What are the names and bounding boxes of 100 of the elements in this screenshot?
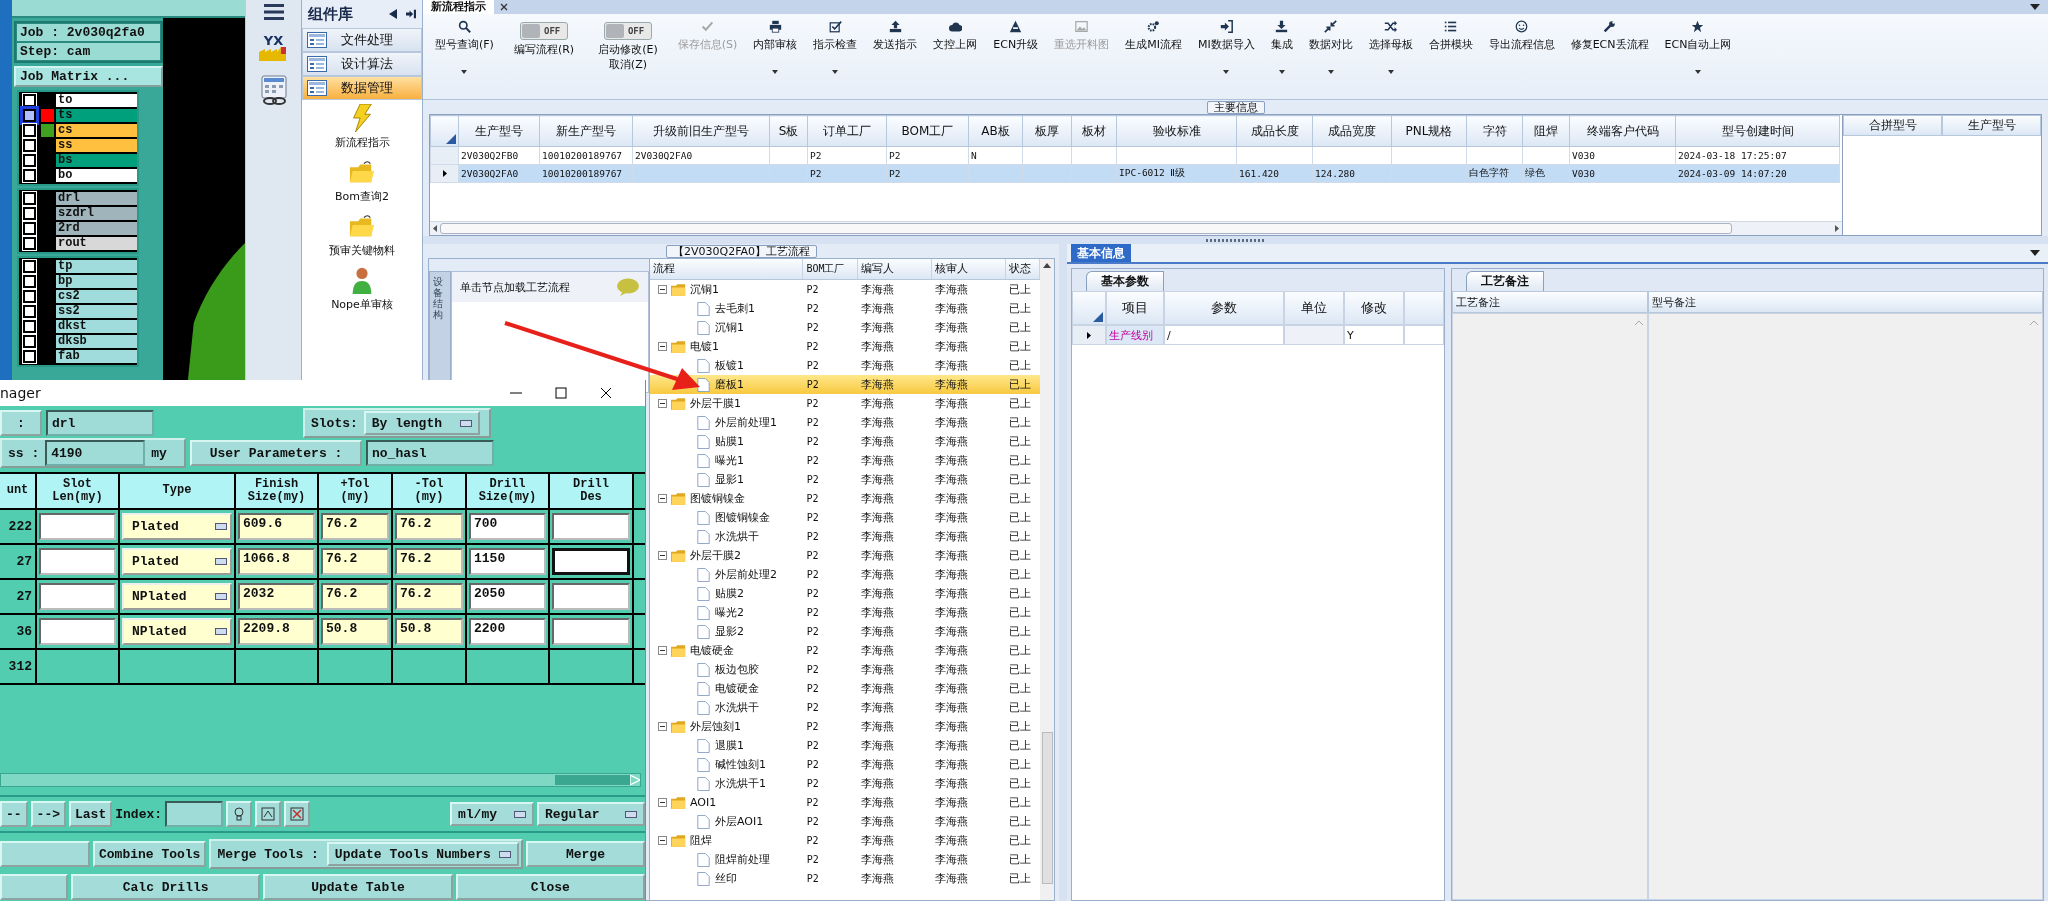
tree-row[interactable]: AOI1 P2 李海燕 李海燕 已上 [650,793,1040,812]
tree-row[interactable]: 图镀铜镍金 P2 李海燕 李海燕 已上 [650,508,1040,527]
column-header[interactable]: 生产型号 [1942,115,2041,136]
drill-size-field[interactable]: 1150 [469,548,546,575]
column-header[interactable]: 板厚 [1022,115,1072,147]
column-header[interactable]: S板 [769,115,808,147]
tree-row[interactable]: 曝光2 P2 李海燕 李海燕 已上 [650,603,1040,622]
plus-tolerance-field[interactable]: 76.2 [321,513,389,540]
toolbar-button[interactable]: 内部审核 [745,20,806,74]
tree-row[interactable]: 显影1 P2 李海燕 李海燕 已上 [650,470,1040,489]
mode-dropdown[interactable]: Regular [537,802,645,826]
table-row[interactable]: 2V030Q2FB0 10010200189767 2V030Q2FA0 P2 P2 N V030 2024-03-18 17:25:07 [430,146,1840,165]
layer-name[interactable]: tp [56,260,137,273]
navigation-button[interactable]: -- [0,801,28,827]
units-dropdown[interactable]: ml/my [450,802,534,826]
finish-size-field[interactable]: 609.6 [238,513,315,540]
column-header[interactable]: 新生产型号 [539,115,633,147]
tree-row[interactable]: 碱性蚀刻1 P2 李海燕 李海燕 已上 [650,755,1040,774]
module-item[interactable]: Bom查询2 [335,158,389,204]
layer-name[interactable]: rout [56,237,137,250]
tree-row[interactable]: 贴膜1 P2 李海燕 李海燕 已上 [650,432,1040,451]
tree-row[interactable]: 丝印 P2 李海燕 李海燕 已上 [650,869,1040,888]
column-header[interactable]: BOM工厂 [803,259,858,279]
panel-tab[interactable]: 工艺备注 [1466,271,1544,291]
layer-name[interactable]: drl [56,192,137,205]
type-dropdown[interactable]: NPlated [122,618,232,645]
tree-row[interactable]: 退膜1 P2 李海燕 李海燕 已上 [650,736,1040,755]
toolbar-button[interactable]: 指示检查 [805,20,866,74]
type-dropdown[interactable]: Plated [122,548,232,575]
toolbar-button[interactable]: ECN升级 [985,20,1047,52]
category-item[interactable]: 设计算法 [302,52,422,76]
finish-size-field[interactable]: 1066.8 [238,548,315,575]
module-item[interactable]: 新流程指示 [334,104,390,150]
column-header[interactable]: 成品长度 [1236,115,1313,147]
minus-tolerance-field[interactable]: 76.2 [395,513,463,540]
navigation-button[interactable]: Last [69,801,113,827]
tree-row[interactable]: 板镀1 P2 李海燕 李海燕 已上 [650,356,1040,375]
layer-name[interactable]: dkst [56,320,137,333]
tree-row[interactable]: 去毛刺1 P2 李海燕 李海燕 已上 [650,299,1040,318]
action-button[interactable]: Calc Drills [71,874,261,900]
slots-dropdown[interactable]: By length [363,411,480,435]
tree-row[interactable]: 电镀硬金 P2 李海燕 李海燕 已上 [650,679,1040,698]
toolbar-button[interactable]: MI数据导入 [1189,20,1263,74]
category-item[interactable]: 文件处理 [302,28,422,52]
toolbar-button[interactable]: 集成 [1262,20,1301,74]
panel-tab[interactable]: 基本信息 [1071,244,1131,262]
layer-name[interactable]: fab [56,350,137,363]
column-header[interactable]: 验收标准 [1116,115,1237,147]
action-button[interactable]: Update Table [263,874,453,900]
toolbar-button[interactable]: 文控上网 [925,20,986,52]
minus-tolerance-field[interactable]: 50.8 [395,618,463,645]
column-header[interactable]: 流程 [650,259,804,279]
type-dropdown[interactable]: Plated [122,513,232,540]
tree-row[interactable]: 沉铜1 P2 李海燕 李海燕 已上 [650,318,1040,337]
column-header[interactable]: 编写人 [857,259,933,279]
toolbar-button[interactable]: 选择母板 [1360,20,1421,74]
tree-row[interactable]: 显影2 P2 李海燕 李海燕 已上 [650,622,1040,641]
thickness-field[interactable]: 4190 [45,440,146,466]
table-row[interactable]: 2V030Q2FA0 10010200189767 P2 P2 IPC-6012 Ⅱ级 161.420 124.280 白色字符 绿色 V030 2024-03-09 14:07:20 [430,164,1840,183]
column-header[interactable]: 型号创建时间 [1675,115,1840,147]
tree-row[interactable]: 阻焊 P2 李海燕 李海燕 已上 [650,831,1040,850]
type-dropdown[interactable]: NPlated [122,583,232,610]
column-header[interactable]: 工艺备注 [1452,291,1648,313]
layer-name[interactable]: bo [56,169,137,182]
tree-row[interactable]: 曝光1 P2 李海燕 李海燕 已上 [650,451,1040,470]
layer-name[interactable]: 2rd [56,222,137,235]
toolbar-button[interactable]: 修复ECN丢流程 [1562,20,1657,52]
tree-row[interactable]: 沉铜1 P2 李海燕 李海燕 已上 [650,280,1040,299]
finish-size-field[interactable]: 2209.8 [238,618,315,645]
tree-row[interactable]: 板边包胶 P2 李海燕 李海燕 已上 [650,660,1040,679]
toolbar-button[interactable]: ECN自动上网 [1656,20,1740,74]
toggle-switch[interactable]: OFF [603,22,652,40]
column-header[interactable]: 修改 [1344,291,1404,325]
combine-tools-button[interactable]: Combine Tools [93,841,207,867]
navigation-button[interactable]: --> [30,801,66,827]
column-header[interactable]: 型号备注 [1648,291,2043,313]
table-row[interactable]: 生产线别 / Y [1072,325,1444,345]
column-header[interactable]: 升级前旧生产型号 [632,115,770,147]
column-header[interactable]: AB板 [968,115,1023,147]
tree-row[interactable]: 外层蚀刻1 P2 李海燕 李海燕 已上 [650,717,1040,736]
document-tab[interactable]: 新流程指示 [423,0,494,14]
column-header[interactable]: 字符 [1466,115,1523,147]
column-header[interactable]: 单位 [1284,291,1344,325]
column-header[interactable]: PNL规格 [1391,115,1467,147]
tree-row[interactable]: 外层前处理1 P2 李海燕 李海燕 已上 [650,413,1040,432]
column-header[interactable]: 核审人 [932,259,1007,279]
drill-size-field[interactable]: 700 [469,513,546,540]
toggle-switch[interactable]: OFF [520,22,569,40]
action-button[interactable]: Close [455,874,645,900]
tree-row[interactable]: 阻焊前处理 P2 李海燕 李海燕 已上 [650,850,1040,869]
name-field[interactable]: drl [46,410,154,436]
column-header[interactable]: 参数 [1164,291,1284,325]
toolbar-button[interactable]: 合拼模块 [1420,20,1481,52]
column-header[interactable]: 合拼型号 [1843,115,1942,136]
merge-mode-dropdown[interactable]: Update Tools Numbers [326,842,519,866]
toolbar-button[interactable]: 生成MI流程 [1117,20,1190,52]
layer-name[interactable]: bp [56,275,137,288]
column-header[interactable]: 订单工厂 [807,115,887,147]
toolbar-button[interactable]: 导出流程信息 [1480,20,1563,52]
column-header[interactable]: 阻焊 [1522,115,1570,147]
